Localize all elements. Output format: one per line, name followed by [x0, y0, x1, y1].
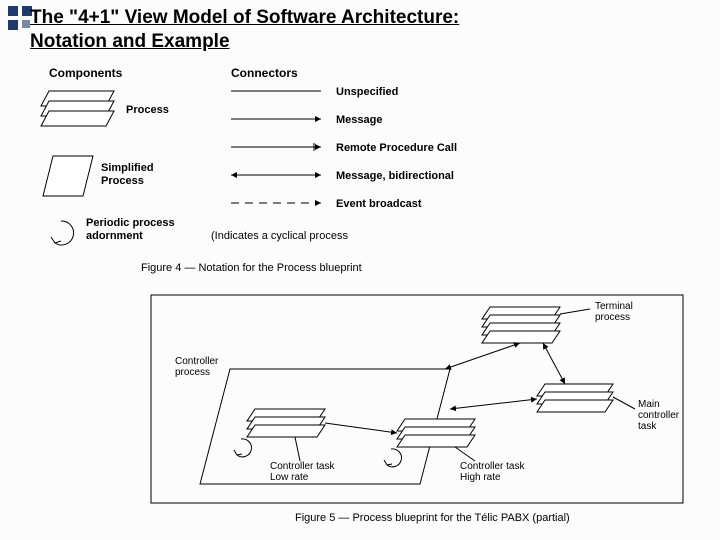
periodic-adornment-icon — [51, 221, 74, 245]
title-line-1: The "4+1" View Model of Software Archite… — [30, 7, 459, 28]
controller-task-low-icon — [247, 409, 325, 437]
title-line-2: Notation and Example — [30, 31, 230, 52]
main-controller-task-icon — [537, 384, 613, 412]
label-controller-process-2: process — [175, 367, 210, 378]
label-ct-high-1: Controller task — [460, 461, 525, 472]
label-periodic-1: Periodic process — [86, 217, 175, 229]
label-ct-high-2: High rate — [460, 472, 501, 483]
figure-5-example: Controller process Terminal process Main… — [144, 288, 690, 530]
figure-4-caption: Figure 4 — Notation for the Process blue… — [141, 262, 362, 274]
label-ct-low-2: Low rate — [270, 472, 309, 483]
arrow-terminal-controller — [445, 343, 520, 369]
label-rpc: Remote Procedure Call — [336, 142, 457, 154]
label-simplified-2: Process — [101, 175, 144, 187]
figure-5-caption: Figure 5 — Process blueprint for the Tél… — [295, 512, 570, 524]
terminal-process-icon — [482, 307, 560, 343]
label-message: Message — [336, 114, 382, 126]
arrow-low-high — [325, 423, 397, 433]
figure-4-notation: Components Connectors Process Simplified… — [30, 60, 532, 287]
process-icon — [41, 91, 114, 126]
heading-connectors: Connectors — [231, 66, 298, 80]
label-ct-low-1: Controller task — [270, 461, 335, 472]
label-event: Event broadcast — [336, 198, 422, 210]
slide: The "4+1" View Model of Software Archite… — [0, 0, 720, 540]
label-process: Process — [126, 104, 169, 116]
label-controller-process-1: Controller — [175, 356, 219, 367]
arrow-terminal-main — [543, 343, 565, 384]
note-cyclical: (Indicates a cyclical process — [211, 230, 348, 242]
label-simplified-1: Simplified — [101, 162, 154, 174]
label-main-1: Main — [638, 399, 660, 410]
label-bidirectional: Message, bidirectional — [336, 170, 454, 182]
arrow-main-controller — [450, 399, 537, 409]
heading-components: Components — [49, 66, 123, 80]
simplified-process-icon — [43, 156, 93, 196]
label-terminal-2: process — [595, 312, 630, 323]
label-main-3: task — [638, 421, 657, 432]
label-unspecified: Unspecified — [336, 86, 398, 98]
label-terminal-1: Terminal — [595, 301, 633, 312]
periodic-high-icon — [384, 449, 401, 467]
controller-task-high-icon — [397, 419, 475, 447]
slide-title: The "4+1" View Model of Software Archite… — [30, 6, 690, 54]
label-main-2: controller — [638, 410, 680, 421]
label-periodic-2: adornment — [86, 230, 143, 242]
periodic-low-icon — [234, 439, 251, 457]
